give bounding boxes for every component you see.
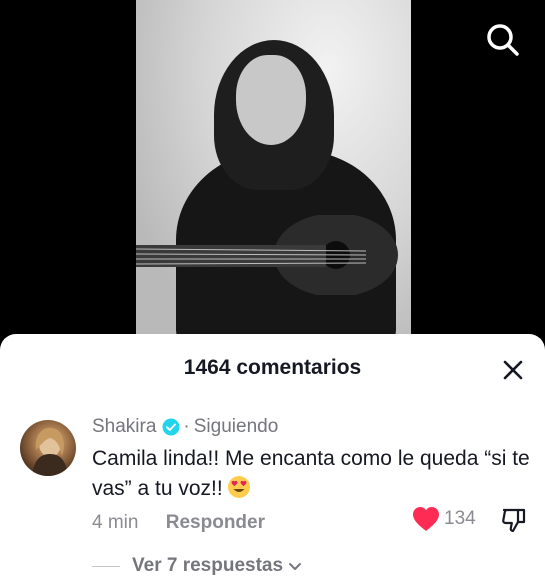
view-replies-label: Ver 7 respuestas xyxy=(132,555,284,576)
video-player[interactable] xyxy=(136,0,411,345)
heart-eyes-emoji-icon xyxy=(227,476,250,498)
comment-text: Camila linda!! Me encanta como le queda … xyxy=(92,444,532,504)
like-button[interactable]: 134 xyxy=(412,506,476,532)
view-replies-button[interactable]: Ver 7 respuestas xyxy=(92,555,303,577)
follow-status[interactable]: Siguiendo xyxy=(194,416,279,438)
comment-header: Shakira · Siguiendo xyxy=(92,416,278,438)
search-icon[interactable] xyxy=(485,22,521,58)
avatar[interactable] xyxy=(20,420,76,476)
close-icon[interactable] xyxy=(499,356,527,384)
comments-sheet: 1464 comentarios Shakira · Siguiendo Cam… xyxy=(0,334,545,580)
reply-button[interactable]: Responder xyxy=(166,512,265,533)
thumbs-down-icon[interactable] xyxy=(500,506,528,534)
avatar-image xyxy=(32,427,68,476)
like-count: 134 xyxy=(444,508,476,529)
video-singer-face xyxy=(236,55,306,145)
heart-icon[interactable] xyxy=(412,506,440,532)
header-separator: · xyxy=(183,416,190,437)
comment-meta-row: 4 min Responder xyxy=(92,512,265,534)
replies-divider xyxy=(92,565,120,567)
comment-time: 4 min xyxy=(92,512,139,533)
video-guitar xyxy=(136,215,398,295)
verified-icon xyxy=(162,418,180,436)
comments-count-title: 1464 comentarios xyxy=(183,356,362,379)
comment-body: Camila linda!! Me encanta como le queda … xyxy=(92,447,530,500)
chevron-down-icon xyxy=(289,563,302,570)
tiktok-screen: 1464 comentarios Shakira · Siguiendo Cam… xyxy=(0,0,545,580)
comment-author[interactable]: Shakira xyxy=(92,416,156,438)
